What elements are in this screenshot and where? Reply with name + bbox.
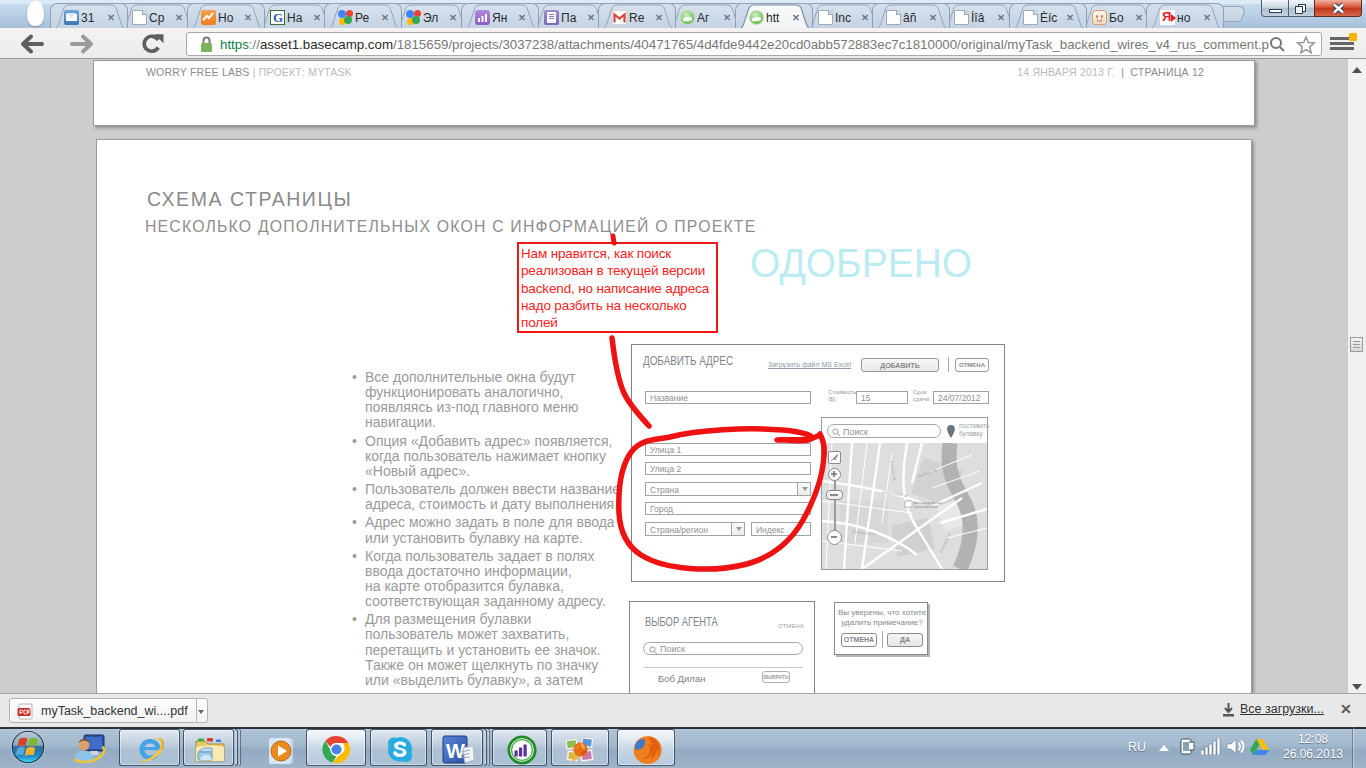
svg-text:W: W [446, 740, 465, 762]
